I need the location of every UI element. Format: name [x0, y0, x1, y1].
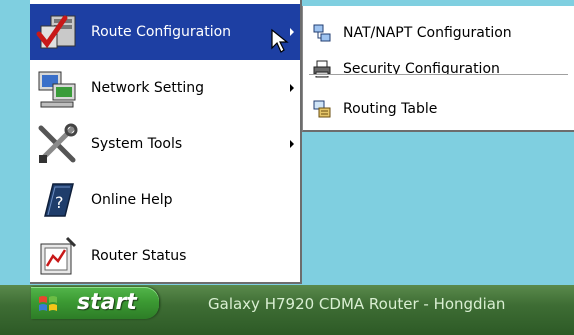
help-book-icon: ?	[35, 178, 79, 222]
svg-text:?: ?	[55, 193, 64, 212]
nat-icon	[313, 24, 331, 42]
router-status-icon	[35, 234, 79, 278]
menu-item-label: System Tools	[91, 136, 183, 152]
start-menu: Route Configuration Network Setting Syst…	[30, 0, 302, 284]
start-button[interactable]: start	[31, 287, 159, 319]
route-configuration-submenu: NAT/NAPT Configuration Security Configur…	[302, 6, 574, 132]
menu-item-online-help[interactable]: ? Online Help	[30, 172, 300, 228]
taskbar: start Galaxy H7920 CDMA Router - Hongdia…	[0, 285, 574, 335]
submenu-item-security-configuration[interactable]: Security Configuration	[303, 54, 573, 84]
submenu-separator	[309, 74, 568, 76]
desktop: Route Configuration Network Setting Syst…	[0, 0, 574, 335]
submenu-item-label: Routing Table	[343, 101, 438, 117]
submenu-arrow-icon	[290, 140, 294, 148]
submenu-item-nat-napt-configuration[interactable]: NAT/NAPT Configuration	[303, 18, 573, 48]
menu-item-route-configuration[interactable]: Route Configuration	[30, 4, 300, 60]
tools-icon	[35, 122, 79, 166]
menu-item-label: Network Setting	[91, 80, 205, 96]
menu-item-router-status[interactable]: Router Status	[30, 228, 300, 284]
menu-item-label: Router Status	[91, 248, 187, 264]
taskbar-window-title[interactable]: Galaxy H7920 CDMA Router - Hongdian	[208, 295, 505, 313]
submenu-arrow-icon	[290, 84, 294, 92]
menu-item-label: Online Help	[91, 192, 173, 208]
submenu-item-label: NAT/NAPT Configuration	[343, 25, 512, 41]
menu-item-system-tools[interactable]: System Tools	[30, 116, 300, 172]
routing-table-icon	[313, 100, 331, 118]
submenu-item-routing-table[interactable]: Routing Table	[303, 94, 573, 124]
network-computer-icon	[35, 66, 79, 110]
start-label: start	[77, 290, 137, 315]
route-config-icon	[35, 10, 79, 54]
menu-item-label: Route Configuration	[91, 24, 232, 40]
windows-flag-icon	[39, 296, 57, 311]
mouse-cursor-icon	[271, 28, 289, 53]
menu-item-network-setting[interactable]: Network Setting	[30, 60, 300, 116]
